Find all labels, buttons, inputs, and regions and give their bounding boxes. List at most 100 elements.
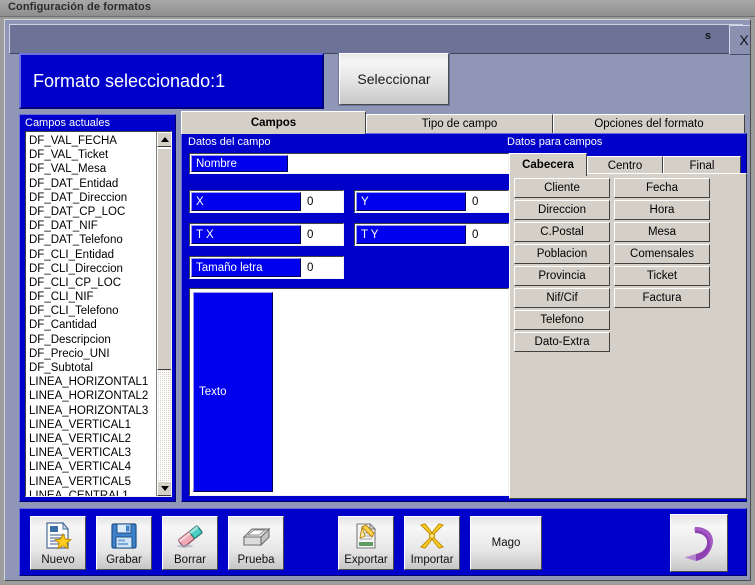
- selected-format-label: Formato seleccionado:1: [33, 70, 226, 91]
- scrollbar-thumb[interactable]: [157, 148, 171, 370]
- prueba-label: Prueba: [237, 554, 275, 566]
- data-button-comensales[interactable]: Comensales: [614, 244, 710, 264]
- ty-field[interactable]: T Y 0: [354, 223, 509, 246]
- mago-button[interactable]: Mago: [470, 516, 542, 570]
- data-for-fields-caption: Datos para campos: [507, 136, 603, 148]
- list-item[interactable]: DF_DAT_CP_LOC: [29, 205, 159, 219]
- data-button-dato-extra[interactable]: Dato-Extra: [514, 332, 610, 352]
- list-item[interactable]: DF_Descripcion: [29, 333, 159, 347]
- list-item[interactable]: DF_CLI_Direccion: [29, 262, 159, 276]
- tab-campos[interactable]: Campos: [181, 111, 366, 134]
- data-button-hora[interactable]: Hora: [614, 200, 710, 220]
- tab-opciones-del-formato[interactable]: Opciones del formato: [553, 114, 745, 134]
- listbox-scrollbar[interactable]: [156, 132, 171, 496]
- list-item[interactable]: LINEA_VERTICAL3: [29, 446, 159, 460]
- data-panel-tabstrip: Cabecera Centro Final: [509, 153, 747, 176]
- data-button-nif-cif[interactable]: Nif/Cif: [514, 288, 610, 308]
- list-item[interactable]: DF_CLI_Entidad: [29, 248, 159, 262]
- prueba-button[interactable]: Prueba: [228, 516, 284, 570]
- data-button-mesa[interactable]: Mesa: [614, 222, 710, 242]
- tx-value: 0: [307, 229, 314, 241]
- return-arrow-icon: [671, 515, 727, 571]
- y-value: 0: [472, 196, 479, 208]
- current-fields-group: Campos actuales DF_VAL_FECHA DF_VAL_Ticke…: [19, 114, 176, 502]
- cabecera-tab-panel: Cliente Direccion C.Postal Poblacion Provinc…: [509, 173, 747, 499]
- close-button[interactable]: X: [729, 25, 750, 55]
- back-button[interactable]: [670, 514, 728, 572]
- data-button-fecha[interactable]: Fecha: [614, 178, 710, 198]
- y-field[interactable]: Y 0: [354, 190, 509, 213]
- nuevo-button[interactable]: Nuevo: [30, 516, 86, 570]
- select-format-button[interactable]: Seleccionar: [338, 52, 450, 106]
- borrar-button[interactable]: Borrar: [162, 516, 218, 570]
- exportar-label: Exportar: [344, 554, 388, 566]
- list-item[interactable]: LINEA_VERTICAL4: [29, 460, 159, 474]
- header-hidden-text: s: [704, 30, 711, 42]
- tx-label: T X: [191, 225, 301, 244]
- window-title: Configuración de formatos: [8, 1, 152, 13]
- nombre-field[interactable]: Nombre: [189, 153, 509, 174]
- list-item[interactable]: DF_VAL_Mesa: [29, 162, 159, 176]
- list-item[interactable]: LINEA_HORIZONTAL3: [29, 404, 159, 418]
- mago-label: Mago: [491, 536, 521, 549]
- field-data-caption: Datos del campo: [188, 136, 271, 148]
- app-window: Configuración de formatos s X Formato se…: [0, 0, 755, 585]
- current-fields-list: DF_VAL_FECHA DF_VAL_Ticket DF_VAL_Mesa DF_D…: [26, 132, 159, 496]
- list-item[interactable]: DF_Subtotal: [29, 361, 159, 375]
- grabar-label: Grabar: [106, 554, 142, 566]
- list-item[interactable]: LINEA_HORIZONTAL2: [29, 389, 159, 403]
- scroll-up-button[interactable]: [157, 132, 171, 147]
- floppy-disk-icon: [97, 517, 151, 554]
- tab-tipo-de-campo[interactable]: Tipo de campo: [366, 114, 553, 134]
- main-tabstrip: Campos Tipo de campo Opciones del formato: [181, 111, 747, 135]
- list-item[interactable]: LINEA_VERTICAL5: [29, 475, 159, 489]
- list-item[interactable]: LINEA_HORIZONTAL1: [29, 375, 159, 389]
- data-button-telefono[interactable]: Telefono: [514, 310, 610, 330]
- x-field[interactable]: X 0: [189, 190, 344, 213]
- data-button-c-postal[interactable]: C.Postal: [514, 222, 610, 242]
- tamano-letra-field[interactable]: Tamaño letra 0: [189, 256, 344, 279]
- printer-icon: [229, 517, 283, 554]
- list-item[interactable]: DF_Cantidad: [29, 318, 159, 332]
- importar-label: Importar: [410, 554, 454, 566]
- data-button-ticket[interactable]: Ticket: [614, 266, 710, 286]
- data-button-poblacion[interactable]: Poblacion: [514, 244, 610, 264]
- current-fields-listbox[interactable]: DF_VAL_FECHA DF_VAL_Ticket DF_VAL_Mesa DF_D…: [25, 131, 172, 497]
- texto-field[interactable]: Texto: [189, 288, 509, 496]
- caret-down-icon: [160, 486, 169, 491]
- export-excel-icon: [339, 517, 393, 554]
- ty-label: T Y: [356, 225, 466, 244]
- list-item[interactable]: LINEA_VERTICAL2: [29, 432, 159, 446]
- list-item[interactable]: LINEA_VERTICAL1: [29, 418, 159, 432]
- nombre-label: Nombre: [191, 155, 288, 172]
- data-button-cliente[interactable]: Cliente: [514, 178, 610, 198]
- importar-button[interactable]: Importar: [404, 516, 460, 570]
- current-fields-caption: Campos actuales: [25, 117, 110, 129]
- tamano-letra-label: Tamaño letra: [191, 258, 301, 277]
- tab-cabecera[interactable]: Cabecera: [509, 153, 587, 176]
- header-bar: s X: [9, 24, 750, 55]
- list-item[interactable]: DF_DAT_Telefono: [29, 233, 159, 247]
- list-item[interactable]: DF_CLI_CP_LOC: [29, 276, 159, 290]
- x-label: X: [191, 192, 301, 211]
- list-item[interactable]: DF_CLI_Telefono: [29, 304, 159, 318]
- grabar-button[interactable]: Grabar: [96, 516, 152, 570]
- list-item[interactable]: DF_VAL_Ticket: [29, 148, 159, 162]
- list-item[interactable]: DF_DAT_Direccion: [29, 191, 159, 205]
- list-item[interactable]: DF_VAL_FECHA: [29, 134, 159, 148]
- list-item[interactable]: DF_CLI_NIF: [29, 290, 159, 304]
- tx-field[interactable]: T X 0: [189, 223, 344, 246]
- list-item[interactable]: DF_DAT_Entidad: [29, 177, 159, 191]
- selected-format-panel: Formato seleccionado:1: [19, 53, 324, 109]
- exportar-button[interactable]: Exportar: [338, 516, 394, 570]
- list-item[interactable]: DF_DAT_NIF: [29, 219, 159, 233]
- caret-up-icon: [160, 137, 169, 142]
- client-area: s X Formato seleccionado:1 Seleccionar C…: [4, 19, 751, 581]
- list-item[interactable]: DF_Precio_UNI: [29, 347, 159, 361]
- data-button-factura[interactable]: Factura: [614, 288, 710, 308]
- texto-label: Texto: [193, 292, 273, 492]
- data-button-direccion[interactable]: Direccion: [514, 200, 610, 220]
- data-button-provincia[interactable]: Provincia: [514, 266, 610, 286]
- scroll-down-button[interactable]: [157, 481, 171, 496]
- list-item[interactable]: LINEA_CENTRAL1: [29, 489, 159, 496]
